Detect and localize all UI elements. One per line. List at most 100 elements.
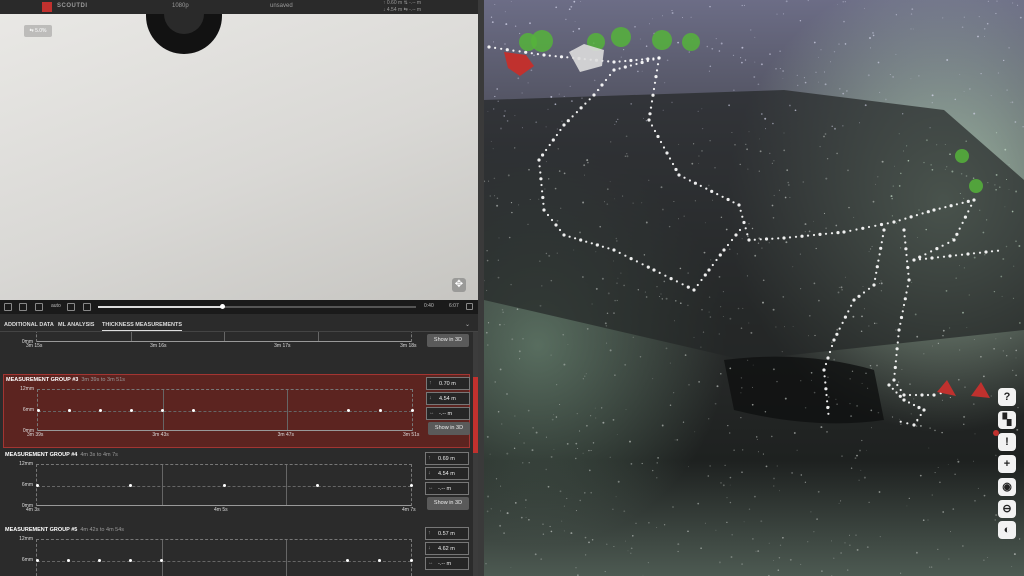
measurement-group[interactable]: 0mm3m 15s3m 16s3m 17s3m 18s↔-.-- mShow i…	[3, 332, 470, 353]
measurement-point[interactable]	[35, 558, 39, 562]
cloud-point	[910, 413, 912, 415]
cloud-point	[743, 4, 745, 6]
marker-green-4[interactable]	[611, 27, 631, 47]
cloud-point	[748, 322, 750, 324]
measurement-point[interactable]	[192, 408, 196, 412]
show-in-3d-button[interactable]: Show in 3D	[428, 422, 470, 435]
fullscreen-icon[interactable]: ✥	[452, 278, 466, 292]
measurement-point[interactable]	[129, 483, 132, 487]
marker-green-8[interactable]	[969, 179, 983, 193]
thickness-plot[interactable]	[36, 389, 414, 431]
eye-icon[interactable]: ◉	[998, 478, 1016, 496]
measurement-point[interactable]	[409, 558, 413, 562]
cloud-point	[493, 41, 495, 43]
thickness-plot[interactable]	[35, 464, 413, 506]
video-feed[interactable]: ⇆ 5.0% ✥	[0, 14, 478, 300]
seek-bar[interactable]	[98, 304, 416, 309]
measurement-point[interactable]	[316, 483, 319, 487]
measurement-point[interactable]	[409, 483, 413, 487]
show-in-3d-button[interactable]: Show in 3D	[427, 334, 469, 347]
alert-icon[interactable]: !	[993, 430, 1016, 451]
help-icon[interactable]: ?	[998, 388, 1016, 406]
cloud-point	[637, 70, 639, 73]
add-icon[interactable]: +	[998, 455, 1016, 473]
cloud-point	[918, 75, 920, 77]
tab-additional-data[interactable]: ADDITIONAL DATA	[4, 322, 54, 328]
pause-icon[interactable]	[4, 303, 12, 311]
measurement-group[interactable]: MEASUREMENT GROUP #3 3m 39s to 3m 51s 12mm…	[3, 374, 470, 448]
measurement-point[interactable]	[345, 558, 349, 562]
measurement-point[interactable]	[98, 408, 102, 412]
measurement-point[interactable]	[97, 558, 101, 562]
measurement-group[interactable]: MEASUREMENT GROUP #4 4m 3s to 4m 7s 12mm 6m…	[3, 450, 470, 524]
cloud-point	[518, 204, 520, 206]
marker-green-6[interactable]	[682, 33, 700, 51]
cloud-point	[769, 152, 771, 155]
cloud-point	[643, 117, 644, 119]
cloud-point	[504, 43, 506, 45]
loop-icon[interactable]	[83, 303, 91, 311]
measurement-point[interactable]	[160, 558, 164, 562]
prev-frame-icon[interactable]	[19, 303, 27, 311]
measurement-point[interactable]	[222, 483, 226, 487]
flight-path-point	[592, 93, 596, 97]
cloud-point	[899, 418, 901, 420]
collapse-icon[interactable]: ⌄	[465, 321, 470, 328]
speed-label[interactable]: auto	[51, 303, 61, 309]
measurement-point[interactable]	[35, 483, 39, 487]
skip-icon[interactable]	[67, 303, 75, 311]
measurement-point[interactable]	[68, 408, 72, 412]
next-frame-icon[interactable]	[35, 303, 43, 311]
zoom-badge[interactable]: ⇆ 5.0%	[24, 25, 52, 37]
point-cloud-canvas[interactable]	[484, 0, 1024, 576]
contrast-icon[interactable]: ◐	[998, 521, 1016, 539]
marker-green-7[interactable]	[955, 149, 969, 163]
map-icon[interactable]: ▚	[998, 411, 1016, 429]
tab-ml-analysis[interactable]: ML ANALYSIS	[58, 322, 94, 328]
point-cloud-view[interactable]: ? ▚! + ◉ ⊖ ◐	[484, 0, 1024, 576]
resolution-label[interactable]: 1080p	[172, 3, 189, 9]
measurement-point[interactable]	[377, 558, 381, 562]
y-tick-label: 12mm	[20, 386, 34, 392]
thickness-plot[interactable]	[35, 539, 413, 576]
cloud-point	[616, 299, 618, 302]
cloud-point	[487, 344, 489, 346]
marker-green-5[interactable]	[652, 30, 672, 50]
thickness-plot[interactable]	[36, 332, 412, 342]
cloud-point	[1015, 349, 1018, 352]
measurement-point[interactable]	[410, 408, 414, 412]
cloud-point	[830, 61, 832, 63]
flight-path-point	[662, 146, 666, 149]
measurement-point[interactable]	[130, 408, 133, 412]
cloud-point	[731, 131, 733, 134]
measurement-point[interactable]	[129, 558, 132, 562]
cloud-point	[708, 296, 711, 298]
cloud-point	[673, 392, 675, 394]
seek-handle[interactable]	[220, 304, 226, 309]
cloud-point	[824, 71, 826, 73]
flight-path-point	[494, 46, 497, 50]
cloud-point	[707, 475, 710, 477]
marker-green-2[interactable]	[531, 30, 553, 52]
cloud-point	[1015, 190, 1018, 193]
measurement-list[interactable]: 0mm3m 15s3m 16s3m 17s3m 18s↔-.-- mShow i…	[0, 332, 478, 576]
fullscreen-toggle-icon[interactable]	[466, 303, 473, 310]
measurement-point[interactable]	[346, 408, 350, 412]
cloud-point	[747, 235, 749, 237]
minus-icon[interactable]: ⊖	[998, 500, 1016, 518]
cloud-point	[797, 84, 799, 87]
measurement-point[interactable]	[36, 408, 40, 412]
cloud-point	[866, 546, 869, 548]
flight-path-point	[906, 422, 909, 425]
measurement-point[interactable]	[67, 558, 71, 562]
tab-thickness-measurements[interactable]: THICKNESS MEASUREMENTS	[102, 322, 183, 331]
measurement-group[interactable]: MEASUREMENT GROUP #5 4m 42s to 4m 54s 12mm…	[3, 525, 470, 576]
cloud-point	[783, 132, 785, 134]
measurement-point[interactable]	[161, 408, 165, 412]
flight-path-point	[635, 260, 638, 263]
show-in-3d-button[interactable]: Show in 3D	[427, 497, 469, 510]
measurement-point[interactable]	[378, 408, 382, 412]
flight-path-point	[825, 393, 828, 397]
cloud-point	[550, 530, 553, 533]
cloud-point	[584, 174, 586, 176]
